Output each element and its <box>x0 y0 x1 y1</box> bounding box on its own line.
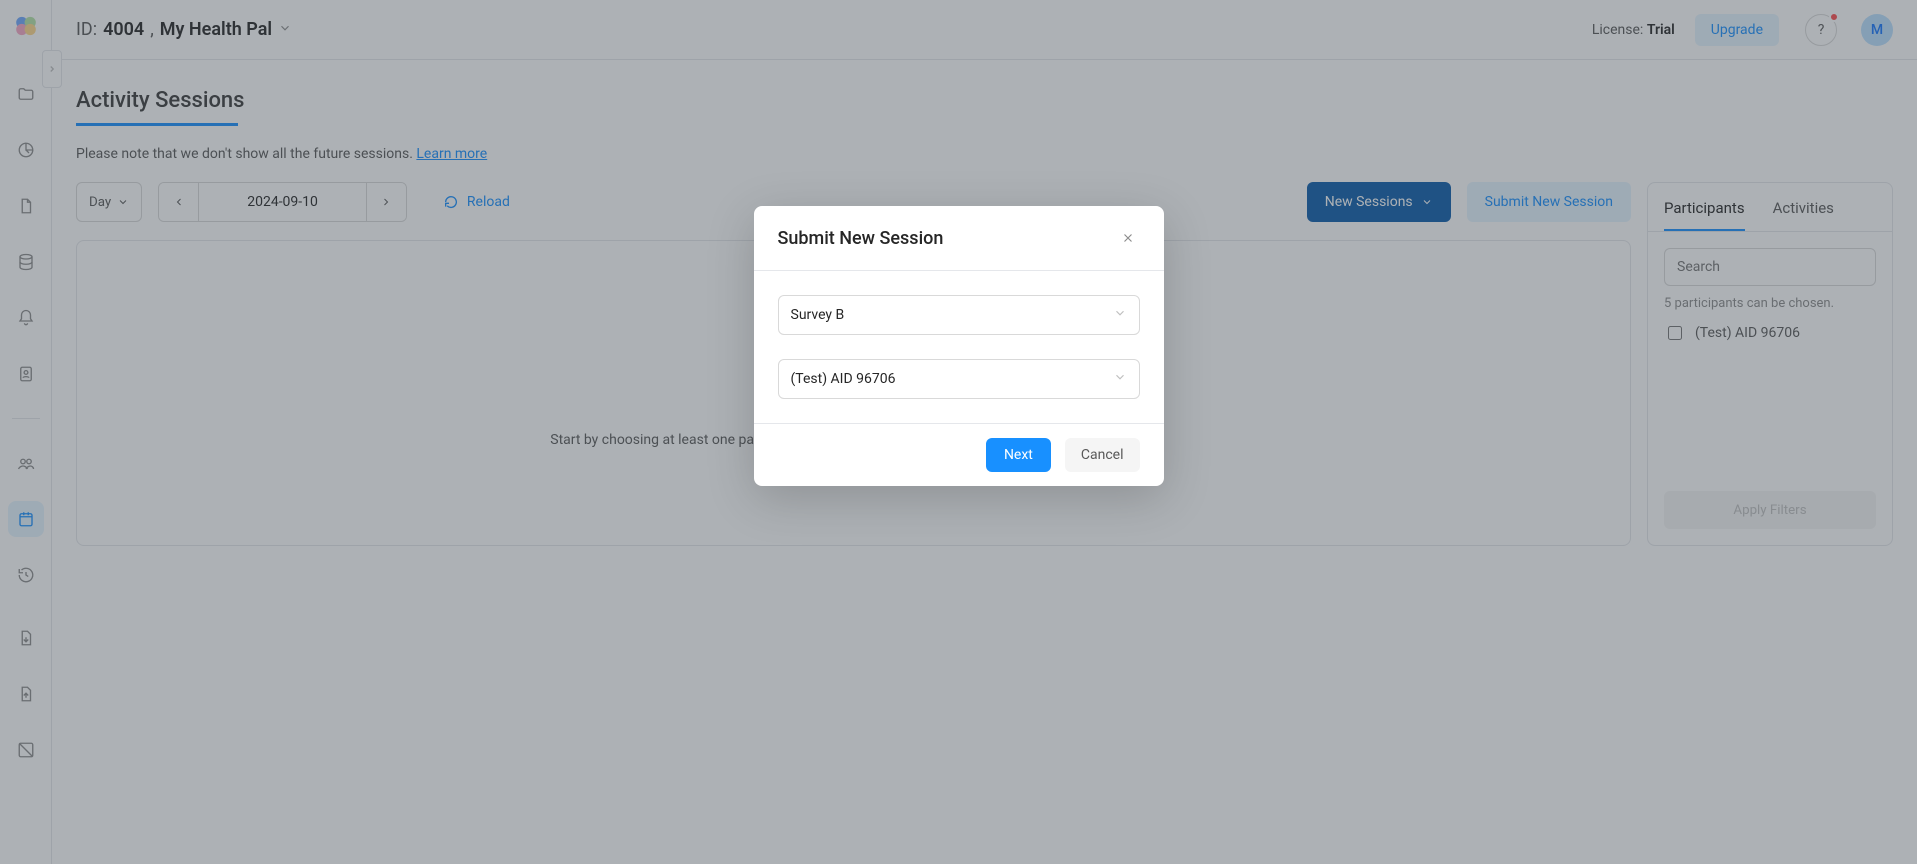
submit-session-modal: Submit New Session Survey B (Test) AID 9… <box>754 206 1164 486</box>
activity-select[interactable]: Survey B <box>778 295 1140 335</box>
close-icon <box>1121 231 1135 245</box>
modal-next-button[interactable]: Next <box>986 438 1051 472</box>
chevron-down-icon <box>1113 306 1127 324</box>
modal-title: Submit New Session <box>778 228 944 249</box>
modal-cancel-button[interactable]: Cancel <box>1065 438 1140 472</box>
chevron-down-icon <box>1113 370 1127 388</box>
modal-close-button[interactable] <box>1116 226 1140 250</box>
participant-select[interactable]: (Test) AID 96706 <box>778 359 1140 399</box>
